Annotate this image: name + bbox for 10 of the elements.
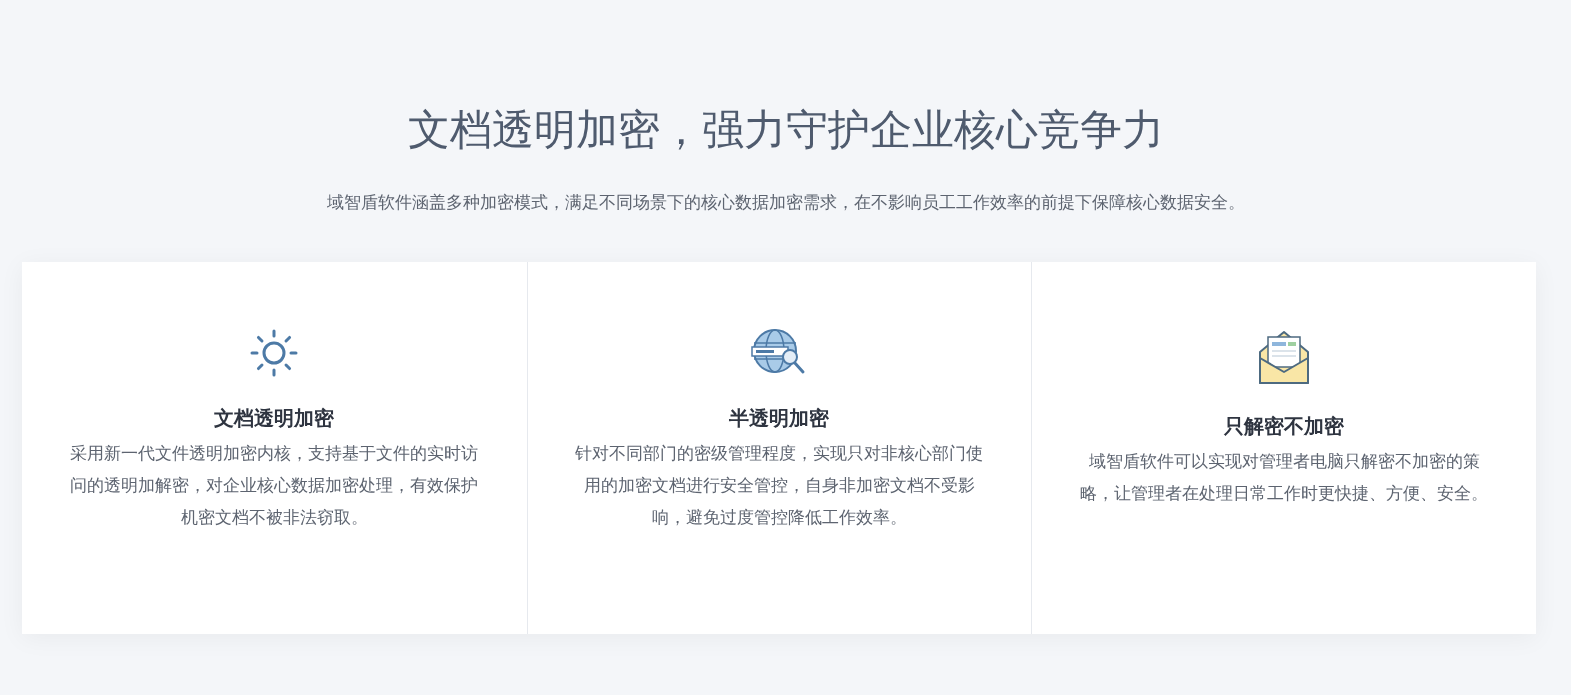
card-title: 文档透明加密 — [214, 405, 335, 432]
envelope-letter-icon — [1257, 328, 1312, 386]
card-description: 采用新一代文件透明加密内核，支持基于文件的实时访问的透明加解密，对企业核心数据加密处理，有效保护机密文档不被非法窃取。 — [69, 443, 480, 529]
section-heading: 文档透明加密，强力守护企业核心竞争力 — [407, 104, 1164, 156]
card-title: 半透明加密 — [729, 405, 830, 432]
section-intro: 域智盾软件涵盖多种加密模式，满足不同场景下的核心数据加密需求，在不影响员工工作效率的前提下保障核心数据安全。 — [325, 192, 1246, 214]
card-description: 域智盾软件可以实现对管理者电脑只解密不加密的策略，让管理者在处理日常工作时更快捷、方便、安全。 — [1079, 451, 1490, 505]
card-description: 针对不同部门的密级管理程度，实现只对非核心部门使用的加密文档进行安全管控，自身非加密文档不受影响，避免过度管控降低工作效率。 — [574, 443, 985, 529]
sun-icon — [249, 328, 300, 378]
card-title: 只解密不加密 — [1224, 413, 1345, 440]
